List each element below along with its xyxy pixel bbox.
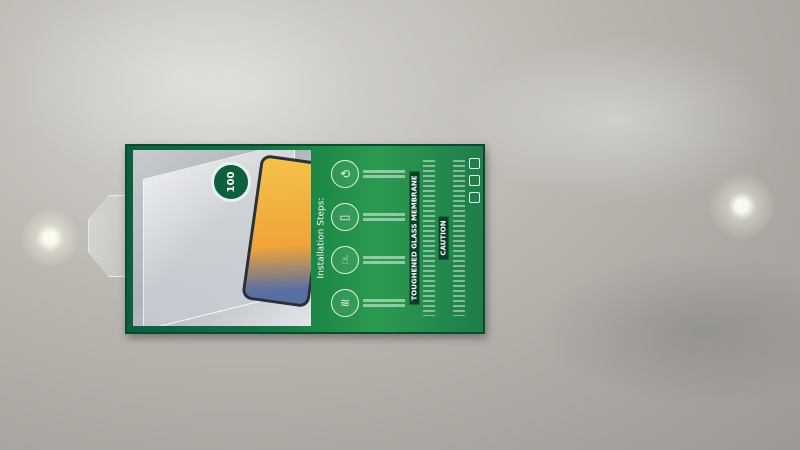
tempered-glass-heading: TOUGHENED GLASS MEMBRANE — [407, 150, 421, 326]
step-icons: ⟲ ▭ ☝ ≋ — [331, 152, 359, 324]
product-photo: 100 — [133, 150, 311, 326]
smooth-icon: ≋ — [331, 288, 359, 317]
hardness-badge: 100 — [211, 162, 251, 202]
ce-mark-icon — [468, 158, 480, 169]
step-text-1 — [363, 168, 405, 180]
fc-mark-icon — [468, 175, 480, 186]
caution-heading: CAUTION — [437, 150, 451, 326]
step-text-3 — [363, 254, 405, 266]
caution-fine-print — [453, 160, 465, 316]
installation-steps-title: Installation Steps: — [316, 197, 327, 279]
rohs-mark-icon — [468, 192, 480, 203]
step-descriptions — [363, 152, 405, 324]
press-icon: ☝ — [331, 245, 359, 274]
step-text-4 — [363, 297, 405, 309]
info-section: TOUGHENED GLASS MEMBRANE CAUTION — [407, 150, 467, 326]
tempered-glass-fine-print — [423, 160, 435, 316]
certification-strip — [468, 150, 480, 332]
step-text-2 — [363, 211, 405, 223]
screen-protector-package: 100 Installation Steps: ⟲ ▭ ☝ ≋ TOUGHENE… — [125, 144, 485, 334]
align-icon: ▭ — [331, 202, 359, 231]
wipe-icon: ⟲ — [331, 159, 359, 188]
